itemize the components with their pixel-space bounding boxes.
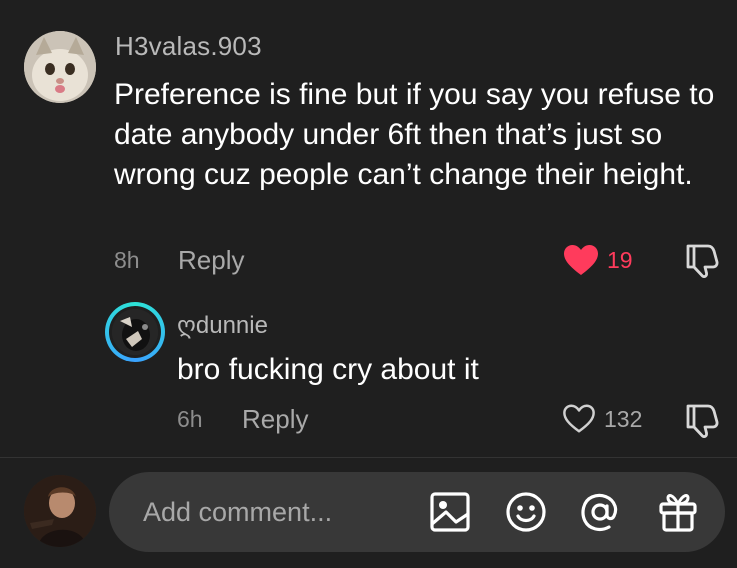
- profile-photo-icon: [24, 475, 96, 547]
- reply-button[interactable]: Reply: [242, 404, 308, 435]
- comment-username[interactable]: H3valas.903: [115, 31, 262, 62]
- comment-input[interactable]: [143, 472, 423, 552]
- reply-username[interactable]: ღdunnie: [177, 311, 268, 340]
- like-count: 132: [604, 406, 643, 432]
- divider: [0, 457, 737, 458]
- comment-composer: [109, 472, 725, 552]
- reply-button[interactable]: Reply: [178, 245, 244, 276]
- commenter-avatar[interactable]: [24, 31, 96, 103]
- cat-avatar-icon: [24, 31, 96, 103]
- image-icon[interactable]: [429, 491, 471, 533]
- heart-outline-icon[interactable]: [562, 403, 596, 434]
- gift-icon[interactable]: [657, 491, 699, 533]
- mention-icon[interactable]: [579, 491, 621, 533]
- like-count: 19: [607, 247, 633, 273]
- reply-text: bro fucking cry about it: [177, 353, 479, 386]
- heart-filled-icon[interactable]: [563, 244, 599, 276]
- comment-text: Preference is fine but if you say you re…: [114, 78, 715, 191]
- dislike-icon[interactable]: [682, 401, 720, 439]
- story-ring: [109, 306, 161, 358]
- reply-avatar[interactable]: [105, 302, 165, 362]
- my-avatar[interactable]: [24, 475, 96, 547]
- comment-timestamp: 8h: [114, 247, 140, 273]
- user-photo-icon: [112, 309, 158, 355]
- dislike-icon[interactable]: [682, 241, 720, 279]
- emoji-icon[interactable]: [505, 491, 547, 533]
- user-avatar: [112, 309, 158, 355]
- reply-timestamp: 6h: [177, 406, 203, 432]
- comments-screen: H3valas.903 Preference is fine but if yo…: [0, 0, 737, 568]
